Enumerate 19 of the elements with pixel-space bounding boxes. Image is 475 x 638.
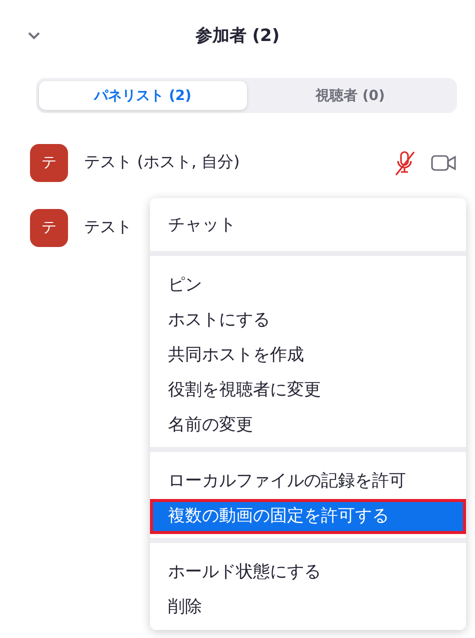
tab[interactable]: 視聴者 (0): [246, 81, 454, 110]
menu-item[interactable]: 名前の変更: [150, 408, 466, 443]
menu-item[interactable]: 複数の動画の固定を許可する: [150, 499, 466, 534]
participant-name: テスト (ホスト, 自分): [84, 152, 240, 173]
avatar: テ: [30, 208, 68, 246]
participant-name: テスト: [84, 217, 132, 238]
video-camera-icon[interactable]: [431, 154, 457, 172]
avatar: テ: [30, 144, 68, 182]
menu-item[interactable]: ローカルファイルの記録を許可: [150, 464, 466, 499]
muted-microphone-icon[interactable]: [393, 150, 417, 176]
menu-item[interactable]: 役割を視聴者に変更: [150, 373, 466, 408]
menu-item[interactable]: 共同ホストを作成: [150, 338, 466, 373]
menu-item[interactable]: 削除: [150, 590, 466, 625]
menu-item[interactable]: ホールド状態にする: [150, 555, 466, 590]
panel-title: 参加者 (2): [195, 24, 280, 46]
menu-item[interactable]: チャット: [150, 208, 466, 243]
menu-item[interactable]: ホストにする: [150, 303, 466, 338]
tab[interactable]: パネリスト (2): [39, 81, 246, 110]
menu-item[interactable]: ピン: [150, 268, 466, 303]
